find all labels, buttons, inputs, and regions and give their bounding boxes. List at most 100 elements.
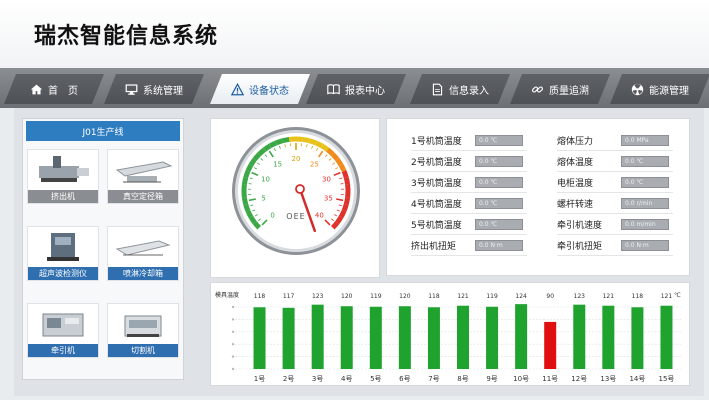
param-label: 电柜温度 (557, 178, 594, 189)
chart-unit: ℃ (674, 292, 681, 299)
param-value: 0.0 MPa (621, 134, 669, 146)
chart-bar (486, 306, 499, 369)
chart-grid-marker (231, 318, 235, 321)
chart-bar (253, 307, 266, 369)
equipment-card[interactable]: 牵引机 (27, 303, 99, 358)
chart-value-label: 121 (661, 293, 673, 300)
param-label: 1号机筒温度 (411, 136, 462, 147)
parameter-panel: 1号机筒温度 0.0 ℃ 2号机筒温度 0.0 ℃ 3号机筒温度 0.0 ℃ 4号机筒温度 0… (386, 118, 690, 276)
chart-bar (457, 305, 469, 369)
param-separator (411, 171, 527, 172)
tab-6[interactable]: 质量追溯 (510, 74, 610, 104)
gauge-arc-segment (245, 209, 254, 219)
param-value: 0.0 ℃ (475, 197, 523, 209)
tab-5[interactable]: 信息录入 (410, 74, 510, 104)
gauge-arc-segment (257, 147, 266, 157)
gauge-tick-label: 30 (322, 175, 331, 183)
gauge-needle-hub (295, 184, 305, 194)
chart-bar (311, 304, 324, 369)
tab-1[interactable]: 首 页 (4, 74, 104, 104)
param-label: 5号机筒温度 (411, 220, 462, 231)
chart-value-label: 118 (254, 293, 266, 300)
chart-value-label: 120 (399, 293, 411, 300)
param-value: 0.0 ℃ (475, 155, 523, 167)
chart-bar (369, 306, 382, 369)
param-value: 0.0 ℃ (621, 155, 669, 167)
gauge-arc-segment (248, 215, 257, 225)
chart-value-label: 123 (574, 293, 586, 300)
param-separator (557, 150, 673, 151)
gauge-tick-label: 40 (315, 211, 324, 219)
equipment-card[interactable]: 喷淋冷却箱 (107, 226, 179, 281)
equipment-card[interactable]: 真空定径箱 (107, 149, 179, 204)
chart-category-label: 7号 (428, 375, 439, 383)
equipment-card[interactable]: 挤出机 (27, 149, 99, 204)
warning-icon (231, 83, 244, 96)
bar-chart-svg: 模具温度 ℃ 118 1号 117 2号 123 3号 120 4号 119 5号 120 6号 118 7号… (215, 291, 681, 383)
param-row: 螺杆转速 0.0 r/min (557, 194, 669, 212)
tab-bar: 首 页 系统管理 设备状态 报表中心 信息录入 质量追溯 能源管理 (0, 68, 709, 108)
param-separator (411, 255, 527, 256)
tab-2[interactable]: 系统管理 (104, 74, 204, 104)
param-separator (557, 234, 673, 235)
param-value: 0.0 ℃ (475, 176, 523, 188)
chart-bar (340, 306, 353, 369)
chart-bar (427, 307, 440, 369)
param-separator (557, 213, 673, 214)
app-title: 瑞杰智能信息系统 (34, 24, 219, 49)
equipment-label: 超声波检测仪 (28, 267, 98, 280)
tab-label: 能源管理 (649, 85, 689, 97)
equipment-label: 牵引机 (28, 344, 98, 357)
chart-category-label: 2号 (283, 375, 294, 383)
gauge-arc-segment (275, 138, 284, 146)
tab-7[interactable]: 能源管理 (610, 74, 709, 104)
chart-grid-marker (231, 367, 235, 371)
gauge-tick-label: 25 (310, 161, 319, 169)
chart-category-label: 11号 (542, 375, 558, 383)
equipment-label: 切割机 (108, 344, 178, 357)
chart-bar (544, 321, 557, 369)
equipment-label: 喷淋冷却箱 (108, 267, 178, 280)
chart-category-label: 1号 (254, 375, 265, 383)
tab-3[interactable]: 设备状态 (210, 74, 310, 104)
document-icon (431, 83, 444, 96)
gauge-arc-segment (330, 221, 340, 230)
equipment-label: 挤出机 (28, 190, 98, 203)
tab-label: 质量追溯 (549, 85, 589, 97)
chart-value-label: 119 (370, 293, 382, 300)
param-value: 0.0 N·m (475, 239, 523, 251)
param-label: 熔体温度 (557, 157, 594, 168)
param-value: 0.0 ℃ (621, 176, 669, 188)
chart-category-label: 13号 (600, 375, 616, 383)
gauge-arc-segment (262, 143, 272, 152)
param-row: 2号机筒温度 0.0 ℃ (411, 152, 523, 170)
param-label: 4号机筒温度 (411, 199, 462, 210)
param-separator (411, 192, 527, 193)
param-row: 4号机筒温度 0.0 ℃ (411, 194, 523, 212)
tab-label: 设备状态 (249, 85, 289, 97)
gauge-arc-segment (338, 209, 347, 219)
link-icon (531, 83, 544, 96)
gauge-tick-label: 15 (273, 161, 282, 169)
equipment-card[interactable]: 切割机 (107, 303, 179, 358)
tab-label: 信息录入 (449, 85, 489, 97)
equipment-card[interactable]: 超声波检测仪 (27, 226, 99, 281)
tab-label: 首 页 (48, 85, 78, 97)
tab-4[interactable]: 报表中心 (306, 74, 406, 104)
param-row: 电柜温度 0.0 ℃ (557, 173, 669, 191)
param-row: 挤出机扭矩 0.0 N·m (411, 236, 523, 254)
chart-bar (631, 307, 644, 369)
chart-category-label: 12号 (571, 375, 587, 383)
chart-value-label: 123 (312, 293, 324, 300)
gauge-tick-label: 10 (261, 175, 270, 183)
chart-value-label: 90 (546, 293, 554, 300)
header-bar: 瑞杰智能信息系统 (0, 0, 709, 68)
param-value: 0.0 ℃ (475, 134, 523, 146)
chart-value-label: 120 (341, 293, 353, 300)
param-row: 1号机筒温度 0.0 ℃ (411, 131, 523, 149)
gauge-arc-segment (252, 152, 262, 161)
gauge-arc-segment (338, 163, 347, 173)
chart-grid-marker (231, 330, 235, 333)
param-row: 5号机筒温度 0.0 ℃ (411, 215, 523, 233)
param-label: 2号机筒温度 (411, 157, 462, 168)
